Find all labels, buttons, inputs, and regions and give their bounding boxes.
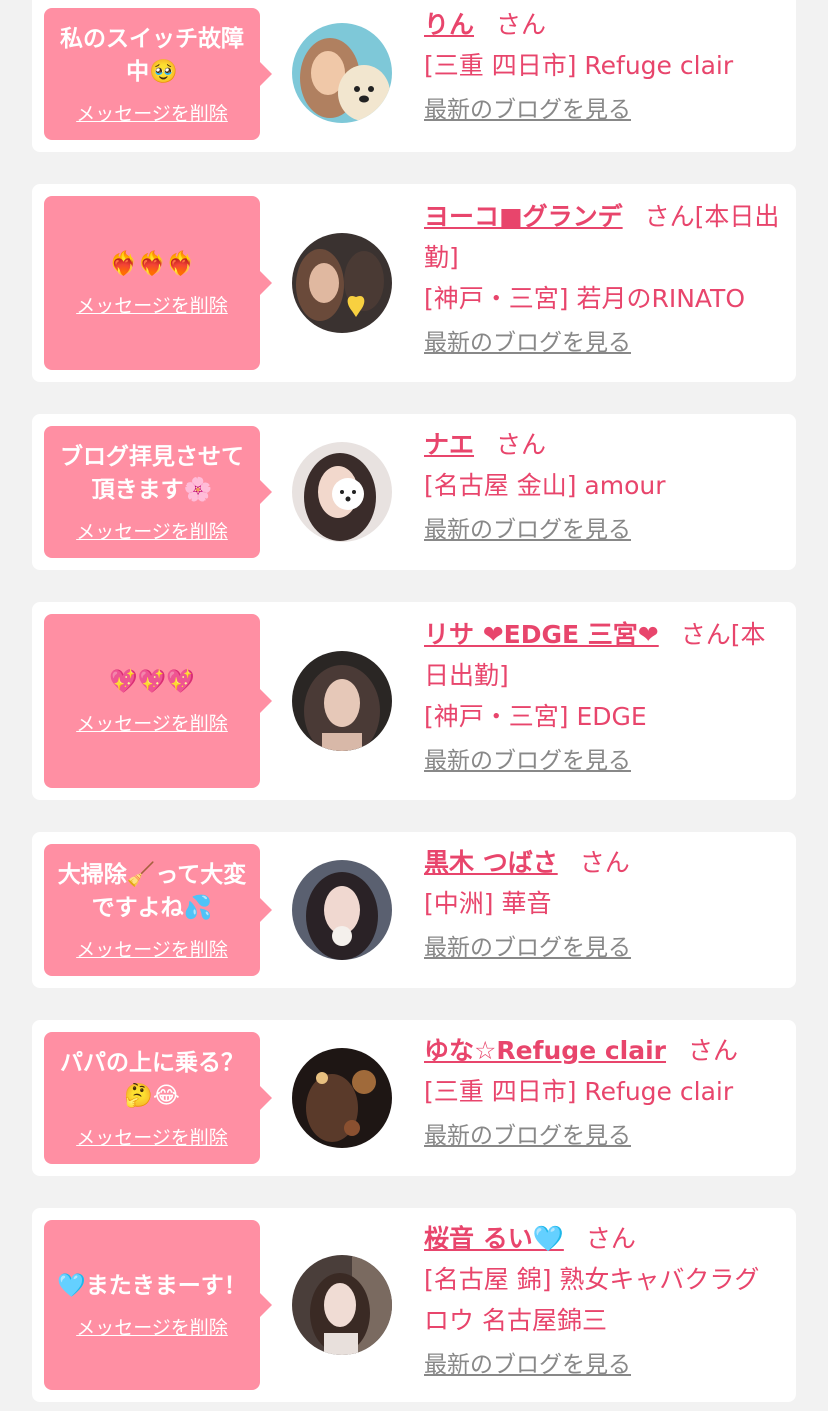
portrait-photo-icon: [292, 651, 392, 751]
photo-with-bear-icon: [292, 442, 392, 542]
location-shop: [神戸・三宮] 若月のRINATO: [424, 284, 746, 313]
latest-blog-link[interactable]: 最新のブログを見る: [424, 928, 631, 969]
avatar[interactable]: [292, 233, 392, 333]
sender-info: ヨーコ■グランデ さん[本日出勤] [神戸・三宮] 若月のRINATO 最新のブロ…: [424, 196, 784, 364]
message-text: 💖💖💖: [109, 669, 195, 695]
latest-blog-link[interactable]: 最新のブログを見る: [424, 90, 631, 131]
avatar[interactable]: [292, 651, 392, 751]
location-shop: [名古屋 金山] amour: [424, 471, 666, 500]
message-text: 大掃除🧹って大変ですよね💦: [57, 861, 247, 921]
message-text: 私のスイッチ故障中🥹: [60, 25, 244, 85]
message-card: パパの上に乗る？🤔😂 メッセージを削除 ゆな☆Refuge clair さん [三…: [32, 1020, 796, 1176]
honorific: さん: [496, 10, 547, 39]
message-card: 💖💖💖 メッセージを削除 リサ ❤EDGE 三宮❤ さん[本日出勤] [神戸・三宮…: [32, 602, 796, 800]
sender-info: 桜音 るい🩵 さん [名古屋 錦] 熟女キャバクラグロウ 名古屋錦三 最新のブログ…: [424, 1218, 784, 1386]
delete-message-link[interactable]: メッセージを削除: [76, 1313, 228, 1340]
latest-blog-link[interactable]: 最新のブログを見る: [424, 323, 631, 364]
message-bubble: 💖💖💖 メッセージを削除: [44, 614, 272, 788]
latest-blog-link[interactable]: 最新のブログを見る: [424, 741, 631, 782]
portrait-photo-icon: [292, 860, 392, 960]
honorific: さん: [579, 848, 630, 877]
message-card: ブログ拝見させて頂きます🌸 メッセージを削除 ナエ さん [名古屋 金山] amo…: [32, 414, 796, 570]
sender-info: ゆな☆Refuge clair さん [三重 四日市] Refuge clair …: [424, 1030, 784, 1157]
delete-message-link[interactable]: メッセージを削除: [76, 99, 228, 126]
avatar[interactable]: [292, 860, 392, 960]
sender-info: りん さん [三重 四日市] Refuge clair 最新のブログを見る: [424, 4, 784, 131]
message-text: ブログ拝見させて頂きます🌸: [60, 443, 244, 503]
latest-blog-link[interactable]: 最新のブログを見る: [424, 510, 631, 551]
honorific: さん: [496, 430, 547, 459]
photo-with-heart-icon: [292, 233, 392, 333]
message-bubble: 🩵またきまーす！ メッセージを削除: [44, 1220, 272, 1390]
latest-blog-link[interactable]: 最新のブログを見る: [424, 1345, 631, 1386]
photo-with-dog-icon: [292, 23, 392, 123]
sender-name-link[interactable]: りん: [424, 10, 474, 39]
delete-message-link[interactable]: メッセージを削除: [76, 1123, 228, 1150]
sender-info: ナエ さん [名古屋 金山] amour 最新のブログを見る: [424, 424, 784, 551]
honorific: さん: [688, 1036, 739, 1065]
message-card: 大掃除🧹って大変ですよね💦 メッセージを削除 黒木 つばさ さん [中洲] 華音 …: [32, 832, 796, 988]
message-bubble: ❤️‍🔥❤️‍🔥❤️‍🔥 メッセージを削除: [44, 196, 272, 370]
portrait-photo-icon: [292, 1255, 392, 1355]
message-text: 🩵またきまーす！: [57, 1273, 247, 1299]
delete-message-link[interactable]: メッセージを削除: [76, 709, 228, 736]
message-bubble: ブログ拝見させて頂きます🌸 メッセージを削除: [44, 426, 272, 558]
avatar[interactable]: [292, 1255, 392, 1355]
location-shop: [名古屋 錦] 熟女キャバクラグロウ 名古屋錦三: [424, 1265, 760, 1335]
sender-name-link[interactable]: ナエ: [424, 430, 474, 459]
location-shop: [神戸・三宮] EDGE: [424, 702, 647, 731]
message-bubble: 大掃除🧹って大変ですよね💦 メッセージを削除: [44, 844, 272, 976]
sender-name-link[interactable]: 黒木 つばさ: [424, 848, 558, 877]
sender-name-link[interactable]: ヨーコ■グランデ: [424, 202, 623, 231]
delete-message-link[interactable]: メッセージを削除: [76, 517, 228, 544]
message-card: 私のスイッチ故障中🥹 メッセージを削除 りん さん [三重 四日市] Refuge…: [32, 0, 796, 152]
avatar[interactable]: [292, 23, 392, 123]
avatar[interactable]: [292, 442, 392, 542]
latest-blog-link[interactable]: 最新のブログを見る: [424, 1116, 631, 1157]
message-bubble: 私のスイッチ故障中🥹 メッセージを削除: [44, 8, 272, 140]
message-card: ❤️‍🔥❤️‍🔥❤️‍🔥 メッセージを削除 ヨーコ■グランデ さん[本日出勤] […: [32, 184, 796, 382]
sender-name-link[interactable]: ゆな☆Refuge clair: [424, 1036, 666, 1065]
avatar[interactable]: [292, 1048, 392, 1148]
message-card: 🩵またきまーす！ メッセージを削除 桜音 るい🩵 さん [名古屋 錦] 熟女キャバ…: [32, 1208, 796, 1402]
dark-photo-icon: [292, 1048, 392, 1148]
message-text: ❤️‍🔥❤️‍🔥❤️‍🔥: [109, 251, 195, 277]
message-text: パパの上に乗る？🤔😂: [60, 1049, 244, 1109]
sender-info: リサ ❤EDGE 三宮❤ さん[本日出勤] [神戸・三宮] EDGE 最新のブログ…: [424, 614, 784, 782]
sender-info: 黒木 つばさ さん [中洲] 華音 最新のブログを見る: [424, 842, 784, 969]
message-bubble: パパの上に乗る？🤔😂 メッセージを削除: [44, 1032, 272, 1164]
location-shop: [中洲] 華音: [424, 889, 552, 918]
delete-message-link[interactable]: メッセージを削除: [76, 935, 228, 962]
sender-name-link[interactable]: 桜音 るい🩵: [424, 1224, 564, 1253]
honorific: さん: [585, 1224, 636, 1253]
delete-message-link[interactable]: メッセージを削除: [76, 291, 228, 318]
sender-name-link[interactable]: リサ ❤EDGE 三宮❤: [424, 620, 659, 649]
location-shop: [三重 四日市] Refuge clair: [424, 1077, 734, 1106]
location-shop: [三重 四日市] Refuge clair: [424, 51, 734, 80]
